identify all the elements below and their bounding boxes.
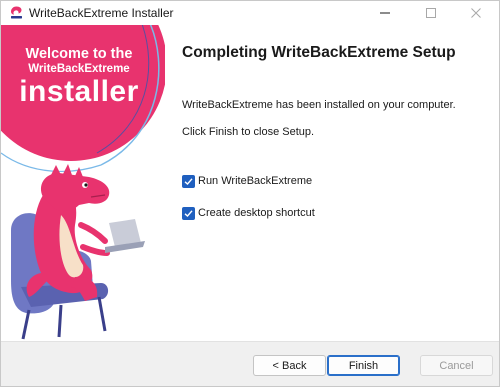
wizard-content: Welcome to the WriteBackExtreme installe… (1, 25, 499, 341)
maximize-button[interactable] (408, 1, 454, 25)
page-title: Completing WriteBackExtreme Setup (182, 44, 456, 61)
run-app-option[interactable]: Run WriteBackExtreme (182, 174, 312, 188)
installer-window: WriteBackExtreme Installer Welcome to th… (0, 0, 500, 387)
title-bar[interactable]: WriteBackExtreme Installer (1, 1, 499, 25)
close-icon (471, 8, 481, 18)
writebackextreme-logo-icon (11, 6, 22, 19)
button-bar: < Back Finish Cancel (1, 341, 499, 386)
run-app-checkbox[interactable] (182, 174, 195, 188)
window-title: WriteBackExtreme Installer (29, 6, 174, 20)
desktop-shortcut-label[interactable]: Create desktop shortcut (198, 207, 315, 219)
cancel-button[interactable]: Cancel (420, 355, 493, 376)
finish-button[interactable]: Finish (327, 355, 400, 376)
minimize-button[interactable] (362, 1, 408, 25)
welcome-banner: Welcome to the WriteBackExtreme installe… (1, 25, 165, 341)
desktop-shortcut-option[interactable]: Create desktop shortcut (182, 206, 315, 220)
back-button[interactable]: < Back (253, 355, 326, 376)
desktop-shortcut-checkbox[interactable] (182, 206, 195, 220)
finish-instruction: Click Finish to close Setup. (182, 126, 315, 138)
dinosaur-mascot-illustration (11, 164, 145, 340)
checkmark-icon (184, 177, 193, 185)
close-button[interactable] (453, 1, 499, 25)
installed-message: WriteBackExtreme has been installed on y… (182, 99, 456, 111)
maximize-icon (426, 8, 436, 18)
minimize-icon (380, 12, 390, 14)
checkmark-icon (184, 209, 193, 217)
run-app-label[interactable]: Run WriteBackExtreme (198, 175, 312, 187)
